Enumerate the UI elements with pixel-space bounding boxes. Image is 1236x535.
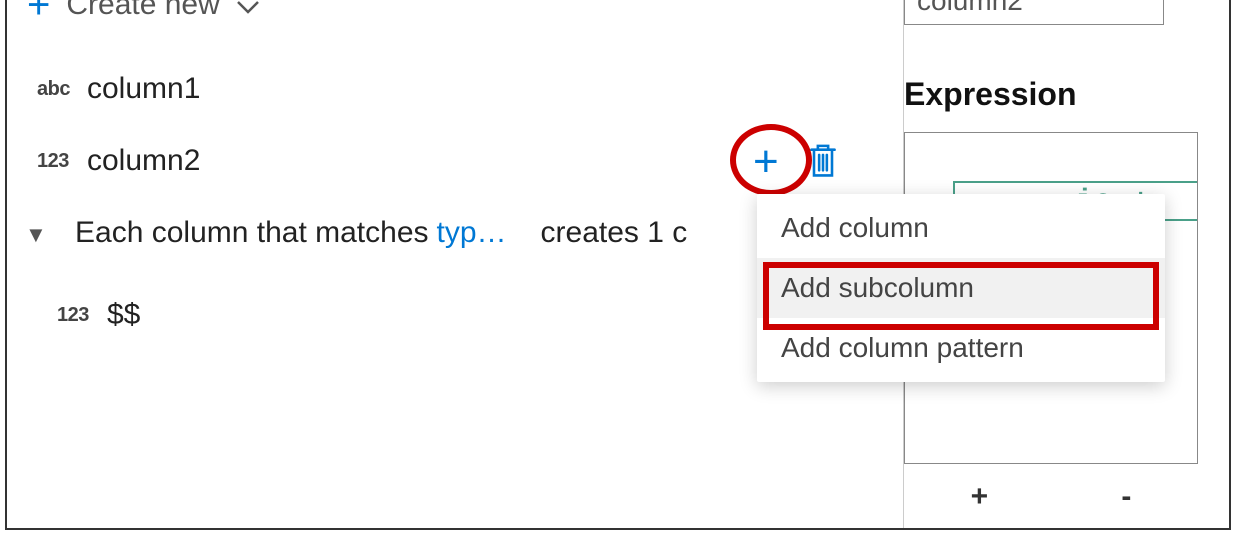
- pattern-type-link[interactable]: typ…: [437, 216, 507, 250]
- string-type-icon: abc: [37, 78, 87, 101]
- pattern-prefix: Each column that matches: [75, 216, 429, 250]
- add-menu: Add column Add subcolumn Add column patt…: [757, 194, 1165, 382]
- plus-button[interactable]: +: [971, 480, 989, 514]
- subcolumn-row[interactable]: 123 $$: [57, 298, 140, 332]
- menu-add-subcolumn[interactable]: Add subcolumn: [757, 258, 1165, 318]
- number-type-icon: 123: [37, 150, 87, 173]
- create-new-button[interactable]: + Create new: [27, 0, 260, 25]
- create-new-label: Create new: [66, 0, 219, 22]
- subcolumn-name: $$: [107, 298, 140, 332]
- plus-icon: +: [27, 0, 50, 25]
- column-pattern-row[interactable]: ▼ Each column that matches typ… creates …: [25, 216, 687, 250]
- pattern-suffix: creates 1 c: [541, 216, 688, 250]
- column-name-input[interactable]: column2: [904, 0, 1164, 25]
- number-type-icon: 123: [57, 304, 107, 327]
- chevron-down-icon: ▼: [25, 222, 75, 248]
- row-actions: +: [753, 140, 839, 184]
- column-name: column2: [87, 144, 200, 178]
- menu-add-column[interactable]: Add column: [757, 198, 1165, 258]
- add-icon[interactable]: +: [753, 140, 779, 184]
- column-name: column1: [87, 72, 200, 106]
- column-row-1[interactable]: abc column1: [37, 72, 200, 106]
- delete-icon[interactable]: [807, 142, 839, 183]
- menu-add-column-pattern[interactable]: Add column pattern: [757, 318, 1165, 378]
- minus-button[interactable]: -: [1121, 480, 1131, 514]
- app-frame: + Create new abc column1 123 column2 + ▼: [5, 0, 1231, 530]
- column-row-2[interactable]: 123 column2: [37, 144, 200, 178]
- column-name-value: column2: [917, 0, 1023, 17]
- expression-heading: Expression: [904, 76, 1077, 113]
- chevron-down-icon: [236, 0, 260, 22]
- main-panel: + Create new abc column1 123 column2 + ▼: [7, 0, 903, 528]
- zoom-controls: + -: [904, 480, 1198, 514]
